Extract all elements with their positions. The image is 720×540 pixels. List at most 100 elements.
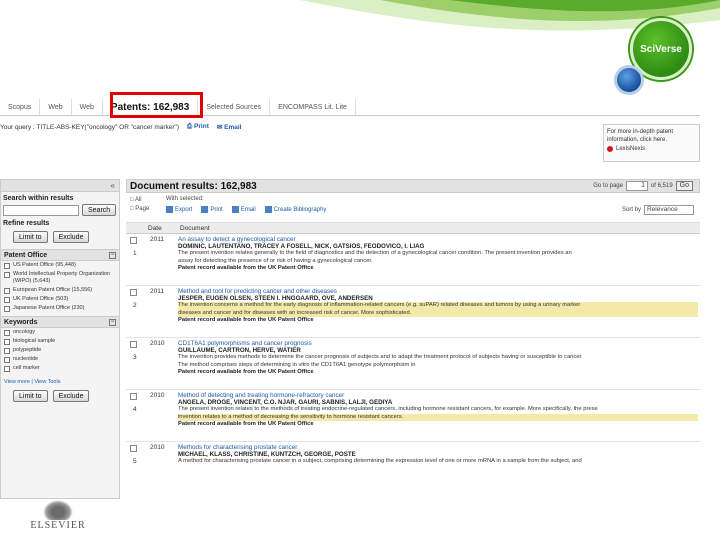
collapse-section-icon[interactable]: − xyxy=(109,251,116,259)
patent-office-item[interactable]: World Intellectual Property Organization… xyxy=(1,270,119,286)
search-button[interactable]: Search xyxy=(82,204,117,216)
result-abstract-cont: assay for detecting the presence of or r… xyxy=(178,257,373,264)
collapse-section-icon[interactable]: − xyxy=(109,318,116,326)
export-action[interactable]: Export xyxy=(166,206,192,213)
tab-selected-sources[interactable]: Selected Sources xyxy=(198,99,271,115)
result-year: 2011 xyxy=(150,236,164,243)
result-checkbox[interactable] xyxy=(130,445,137,452)
sort-select[interactable]: Relevance xyxy=(644,205,694,215)
result-authors: DOMINIC, LAUTENTANO, TRACEY A FOSELL, NI… xyxy=(178,243,425,251)
result-source: Patent record available from the UK Pate… xyxy=(178,368,314,375)
tab-scopus[interactable]: Scopus xyxy=(0,99,41,115)
result-title-link[interactable]: Methods for characterising prostate canc… xyxy=(178,444,698,451)
sort-control: Sort by Relevance xyxy=(622,205,694,215)
checkbox[interactable] xyxy=(4,288,10,294)
keyword-item[interactable]: oncology xyxy=(1,328,119,337)
checkbox[interactable] xyxy=(4,263,10,269)
patent-office-item[interactable]: US Patent Office (95,448) xyxy=(1,261,119,270)
result-abstract: The invention concerns a method for the … xyxy=(178,302,698,310)
result-number: 3 xyxy=(133,354,137,361)
patent-office-item[interactable]: Japanese Patent Office (230) xyxy=(1,304,119,313)
result-source: Patent record available from the UK Pate… xyxy=(178,316,314,323)
elsevier-logo: ELSEVIER xyxy=(24,500,92,536)
view-more-link[interactable]: View more | View Tools xyxy=(1,373,119,387)
go-button[interactable]: Go xyxy=(675,181,693,191)
tab-encompass[interactable]: ENCOMPASS Lit. Lite xyxy=(270,99,356,115)
panel-header: « xyxy=(1,180,119,192)
result-authors: MICHAEL, KLASS, CHRISTINE, KUNTZCH, GEOR… xyxy=(178,451,356,459)
email-action[interactable]: Email xyxy=(231,206,256,213)
bibliography-icon xyxy=(264,206,272,213)
checkbox[interactable] xyxy=(4,366,10,372)
checkbox[interactable] xyxy=(4,348,10,354)
limit-to-button[interactable]: Limit to xyxy=(13,231,48,243)
result-number: 2 xyxy=(133,302,137,309)
result-title-link[interactable]: An assay to detect a gynecological cance… xyxy=(178,236,698,243)
result-source: Patent record available from the UK Pate… xyxy=(178,420,314,427)
checkbox[interactable] xyxy=(4,330,10,336)
bibliography-action[interactable]: Create Bibliography xyxy=(264,206,326,213)
patent-office-section[interactable]: Patent Office − xyxy=(1,249,119,261)
col-document[interactable]: Document xyxy=(162,225,210,232)
checkbox[interactable] xyxy=(4,339,10,345)
result-abstract-cont: diseases and cancer and for diseases wit… xyxy=(178,309,698,317)
tab-web-1[interactable]: Web xyxy=(40,99,72,115)
limit-to-button-bottom[interactable]: Limit to xyxy=(13,390,48,402)
keyword-item[interactable]: cell marker xyxy=(1,364,119,373)
query-text: Your query : TITLE-ABS-KEY("oncology" OR… xyxy=(0,123,180,131)
lexisnexis-promo[interactable]: For more in-depth patent information, cl… xyxy=(603,124,700,162)
result-row: 2 2011 Method and tool for predicting ca… xyxy=(126,286,700,338)
search-within-label: Search within results xyxy=(3,195,74,202)
checkbox[interactable] xyxy=(4,297,10,303)
checkbox[interactable] xyxy=(4,357,10,363)
result-abstract: The invention provides methods to determ… xyxy=(178,354,583,361)
result-title-link[interactable]: Method of detecting and treating hormone… xyxy=(178,392,698,399)
email-link[interactable]: ✉ Email xyxy=(217,123,242,131)
query-line: Your query : TITLE-ABS-KEY("oncology" OR… xyxy=(0,121,600,133)
results-title: Document results: 162,983 xyxy=(130,180,257,192)
tab-web-2[interactable]: Web xyxy=(72,99,103,115)
patent-office-item[interactable]: UK Patent Office (503) xyxy=(1,295,119,304)
result-checkbox[interactable] xyxy=(130,393,137,400)
keyword-item[interactable]: nucleotide xyxy=(1,355,119,364)
patents-highlight-box xyxy=(110,92,203,118)
results-header: Document results: 162,983 Go to page 1 o… xyxy=(126,179,700,193)
result-title-link[interactable]: CD1T6A1 polymorphisms and cancer prognos… xyxy=(178,340,698,347)
result-row: 5 2010 Methods for characterising prosta… xyxy=(126,442,700,494)
result-number: 1 xyxy=(133,250,137,257)
keywords-section[interactable]: Keywords − xyxy=(1,316,119,328)
column-headers: Date Document xyxy=(126,223,700,234)
refine-panel: « Search within results Search Refine re… xyxy=(0,179,120,499)
col-date[interactable]: Date xyxy=(126,225,162,232)
collapse-icon[interactable]: « xyxy=(111,181,115,190)
select-all[interactable]: □ All xyxy=(130,196,149,205)
result-abstract: The present invention relates generally … xyxy=(178,250,572,257)
print-icon xyxy=(201,206,209,213)
result-authors: ANGELA, DROGE, VINCENT, C.O. NJAR, GAURI… xyxy=(178,399,393,407)
result-abstract-cont: The method comprises steps of determinin… xyxy=(178,361,416,368)
checkbox[interactable] xyxy=(4,272,10,278)
result-checkbox[interactable] xyxy=(130,237,137,244)
patent-office-item[interactable]: European Patent Office (15,556) xyxy=(1,286,119,295)
result-checkbox[interactable] xyxy=(130,341,137,348)
print-action[interactable]: Print xyxy=(201,206,223,213)
result-title-link[interactable]: Method and tool for predicting cancer an… xyxy=(178,288,698,295)
result-authors: JESPER, EUGEN OLSEN, STEEN I. HNGGAARD, … xyxy=(178,295,373,303)
header-sweep-decoration xyxy=(0,0,720,70)
page-number-input[interactable]: 1 xyxy=(625,181,648,191)
result-row: 3 2010 CD1T6A1 polymorphisms and cancer … xyxy=(126,338,700,390)
email-icon xyxy=(231,206,239,213)
results-panel: Document results: 162,983 Go to page 1 o… xyxy=(126,179,700,499)
print-link[interactable]: ⎙ Print xyxy=(187,123,209,131)
result-year: 2010 xyxy=(150,444,165,451)
select-page[interactable]: □ Page xyxy=(130,205,149,214)
keyword-item[interactable]: polypeptide xyxy=(1,346,119,355)
checkbox[interactable] xyxy=(4,306,10,312)
result-checkbox[interactable] xyxy=(130,289,137,296)
result-year: 2010 xyxy=(150,340,165,347)
keyword-item[interactable]: biological sample xyxy=(1,337,119,346)
search-within-input[interactable] xyxy=(3,204,79,216)
exclude-button-bottom[interactable]: Exclude xyxy=(52,390,90,402)
exclude-button[interactable]: Exclude xyxy=(52,231,90,243)
result-year: 2010 xyxy=(150,392,165,399)
